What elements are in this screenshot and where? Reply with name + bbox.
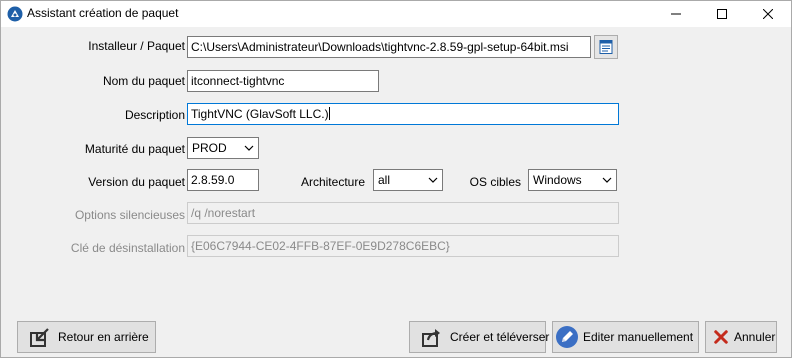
description-input[interactable]: TightVNC (GlavSoft LLC.) xyxy=(187,103,619,125)
architecture-value: all xyxy=(378,173,391,187)
close-icon xyxy=(763,9,773,19)
create-upload-label: Créer et téléverser xyxy=(450,330,550,344)
package-wizard-window: Assistant création de paquet Installeur … xyxy=(0,0,792,358)
maturity-select[interactable]: PROD xyxy=(187,137,259,159)
window-title: Assistant création de paquet xyxy=(27,6,179,20)
package-name-input[interactable]: itconnect-tightvnc xyxy=(187,70,379,92)
installer-path-input[interactable]: C:\Users\Administrateur\Downloads\tightv… xyxy=(187,36,591,58)
maturity-label: Maturité du paquet xyxy=(84,142,185,156)
target-os-select[interactable]: Windows xyxy=(528,169,617,191)
pencil-icon xyxy=(556,326,578,348)
target-os-label: OS cibles xyxy=(469,175,521,189)
uninstall-key-input: {E06C7944-CE02-4FFB-87EF-0E9D278C6EBC} xyxy=(187,235,619,257)
edit-manually-label: Editer manuellement xyxy=(583,330,694,344)
chevron-down-icon xyxy=(428,177,438,183)
cancel-label: Annuler xyxy=(734,330,776,344)
app-logo-icon xyxy=(7,6,23,22)
installer-label: Installeur / Paquet xyxy=(88,39,185,53)
minimize-icon xyxy=(671,13,681,15)
form-area: Installeur / Paquet C:\Users\Administrat… xyxy=(1,27,791,357)
silent-options-input: /q /norestart xyxy=(187,202,619,224)
create-upload-button[interactable]: Créer et téléverser xyxy=(409,321,550,353)
cancel-button[interactable]: Annuler xyxy=(705,321,777,353)
architecture-label: Architecture xyxy=(300,175,365,189)
edit-manually-button[interactable]: Editer manuellement xyxy=(552,321,699,353)
back-arrow-icon xyxy=(30,328,49,347)
silent-options-label: Options silencieuses xyxy=(74,208,185,222)
share-upload-icon xyxy=(422,329,440,347)
minimize-button[interactable] xyxy=(653,1,699,27)
maximize-button[interactable] xyxy=(699,1,745,27)
maturity-value: PROD xyxy=(192,141,227,155)
title-bar[interactable]: Assistant création de paquet xyxy=(1,1,791,27)
text-caret xyxy=(328,107,330,120)
target-os-value: Windows xyxy=(533,173,582,187)
version-input[interactable]: 2.8.59.0 xyxy=(187,169,259,191)
browse-file-icon xyxy=(599,40,613,54)
package-name-label: Nom du paquet xyxy=(102,74,185,88)
back-button-label: Retour en arrière xyxy=(58,330,149,344)
version-label: Version du paquet xyxy=(88,175,185,189)
red-x-icon xyxy=(714,330,728,344)
chevron-down-icon xyxy=(244,145,254,151)
architecture-select[interactable]: all xyxy=(373,169,443,191)
description-value: TightVNC (GlavSoft LLC.) xyxy=(191,107,329,121)
browse-button[interactable] xyxy=(594,35,618,59)
uninstall-key-label: Clé de désinstallation xyxy=(70,241,185,255)
back-button[interactable]: Retour en arrière xyxy=(17,321,156,353)
maximize-icon xyxy=(717,9,727,19)
close-button[interactable] xyxy=(745,1,791,27)
chevron-down-icon xyxy=(602,177,612,183)
description-label: Description xyxy=(124,108,185,122)
